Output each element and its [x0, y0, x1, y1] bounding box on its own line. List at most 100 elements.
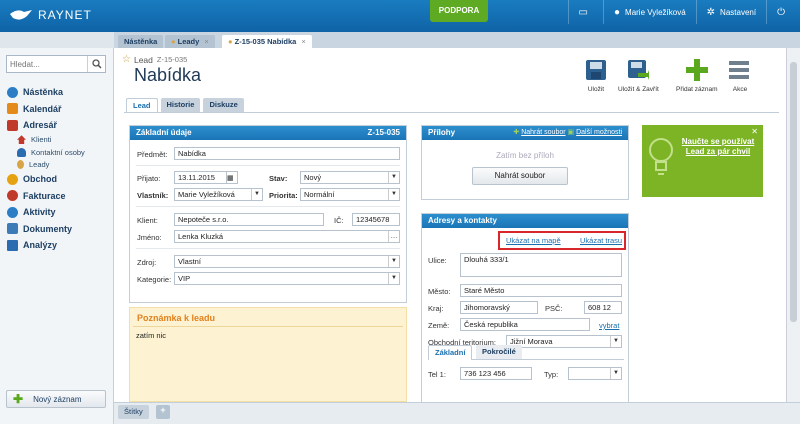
panel-title: Adresy a kontakty	[428, 216, 497, 225]
zip-input[interactable]: 608 12	[584, 301, 622, 314]
nav-sub-leady[interactable]: Leady	[7, 159, 111, 172]
upload-file-button[interactable]: Nahrát soubor	[472, 167, 568, 185]
nav-label: Fakturace	[23, 190, 66, 201]
plus-icon: +	[160, 405, 166, 415]
star-icon[interactable]: ☆	[122, 54, 131, 65]
calendar-icon	[7, 103, 18, 115]
egg-icon: ●	[228, 37, 233, 46]
nav-item-aktivity[interactable]: Aktivity	[7, 204, 111, 221]
basic-info-panel: Základní údaje Z-15-035 Předmět: Nabídka …	[129, 125, 407, 303]
source-label: Zdroj:	[137, 258, 157, 267]
show-route-link[interactable]: Ukázat trasu	[580, 236, 622, 245]
close-icon[interactable]: ×	[301, 37, 305, 46]
messages-button[interactable]: ▭	[567, 0, 603, 24]
nav-item-nastenka[interactable]: Nástěnka	[7, 84, 111, 101]
nav-item-obchod[interactable]: Obchod	[7, 171, 111, 188]
calendar-picker-button[interactable]: ▦	[226, 171, 238, 184]
status-select[interactable]: Nový ▼	[300, 171, 400, 184]
nav-sub-klienti[interactable]: Klienti	[7, 134, 111, 147]
scrollbar-thumb[interactable]	[790, 62, 797, 322]
nav-label: Leady	[29, 160, 50, 170]
more-icon[interactable]: …	[388, 231, 399, 242]
save-close-button[interactable]: Uložit & Zavřít	[618, 58, 659, 93]
phone-type-select[interactable]: ▼	[568, 367, 622, 380]
city-label: Město:	[428, 287, 451, 296]
chevron-down-icon: ▼	[610, 368, 621, 379]
owner-label: Vlastník:	[137, 191, 169, 200]
user-menu[interactable]: ● Marie Vyležíková	[602, 0, 696, 24]
plus-icon: ✚	[13, 392, 24, 406]
choose-country-link[interactable]: vybrat	[599, 321, 619, 330]
note-title: Poznámka k leadu	[133, 308, 403, 327]
nav-sub-kontaktni-osoby[interactable]: Kontaktní osoby	[7, 146, 111, 159]
chart-icon	[7, 239, 18, 251]
ico-input[interactable]: 12345678	[352, 213, 400, 226]
owner-value: Marie Vyležíková	[178, 190, 235, 199]
tab-divider	[124, 112, 779, 113]
add-record-button[interactable]: Přidat záznam	[676, 58, 718, 93]
divider	[136, 165, 400, 166]
received-value: 13.11.2015	[178, 173, 215, 182]
search-button[interactable]	[87, 56, 105, 72]
upload-link[interactable]: Nahrát soubor	[521, 129, 565, 136]
settings-button[interactable]: ✲ Nastavení	[695, 0, 766, 24]
nav-item-dokumenty[interactable]: Dokumenty	[7, 221, 111, 238]
tags-button[interactable]: Štítky	[118, 405, 149, 419]
window-tab-lead-detail[interactable]: ● Z-15-035 Nabídka ×	[222, 35, 312, 48]
chevron-down-icon: ▼	[251, 189, 262, 200]
source-select[interactable]: Vlastní ▼	[174, 255, 400, 268]
nav-item-kalendar[interactable]: Kalendář	[7, 101, 111, 118]
promo-link[interactable]: Naučte se používat Lead za pár chvil	[676, 137, 760, 157]
divider	[136, 206, 400, 207]
address-panel: Adresy a kontakty Ukázat na mapě Ukázat …	[421, 213, 629, 402]
window-tab-nastenka[interactable]: Nástěnka	[118, 35, 164, 48]
territory-select[interactable]: Jižní Morava ▼	[506, 335, 622, 348]
category-select[interactable]: VIP ▼	[174, 272, 400, 285]
city-input[interactable]: Staré Město	[460, 284, 622, 297]
name-input[interactable]: Lenka Kluzká…	[174, 230, 400, 243]
panel-code: Z-15-035	[367, 128, 400, 137]
support-button[interactable]: PODPORA	[430, 0, 488, 22]
nav-label: Kalendář	[23, 103, 62, 114]
lead-note[interactable]: Poznámka k leadu zatím nic	[129, 307, 407, 402]
tel-input[interactable]: 736 123 456	[460, 367, 532, 380]
received-date-input[interactable]: 13.11.2015	[174, 171, 234, 184]
nav-item-adresar[interactable]: Adresář	[7, 117, 111, 134]
add-tag-button[interactable]: +	[156, 405, 170, 419]
tab-zakladni[interactable]: Základní	[428, 345, 473, 360]
tab-lead[interactable]: Lead	[126, 98, 158, 112]
more-options-link[interactable]: Další možnosti	[576, 129, 622, 136]
nav-item-fakturace[interactable]: Fakturace	[7, 188, 111, 205]
divider	[136, 248, 400, 249]
egg-icon	[17, 160, 24, 170]
actions-button[interactable]: Akce	[728, 58, 752, 93]
owner-select[interactable]: Marie Vyležíková ▼	[174, 188, 263, 201]
region-input[interactable]: Jihomoravský	[460, 301, 538, 314]
search-input[interactable]	[7, 56, 87, 72]
nav-item-analyzy[interactable]: Analýzy	[7, 237, 111, 254]
subject-input[interactable]: Nabídka	[174, 147, 400, 160]
raynet-logo[interactable]: RAYNET	[10, 8, 92, 22]
tab-pokrocile[interactable]: Pokročilé	[476, 345, 522, 359]
country-input[interactable]: Česká republika	[460, 318, 590, 331]
tab-label: Leady	[177, 37, 200, 46]
window-tab-leady[interactable]: ● Leady ×	[165, 35, 215, 48]
tab-historie[interactable]: Historie	[160, 98, 201, 112]
vertical-scrollbar[interactable]	[786, 48, 800, 402]
map-links-highlight: Ukázat na mapě Ukázat trasu	[498, 231, 626, 250]
close-icon[interactable]: ✕	[751, 127, 758, 136]
toolbar-label: Uložit	[587, 86, 605, 93]
status-value: Nový	[304, 173, 322, 182]
zip-label: PSČ:	[545, 304, 563, 313]
logout-button[interactable]: ⏻	[766, 0, 800, 24]
client-input[interactable]: Nepoteče s.r.o.	[174, 213, 324, 226]
priority-select[interactable]: Normální ▼	[300, 188, 400, 201]
new-record-button[interactable]: ✚ Nový záznam	[6, 390, 106, 408]
tab-diskuze[interactable]: Diskuze	[203, 98, 244, 112]
street-input[interactable]: Dlouhá 333/1	[460, 253, 622, 277]
save-button[interactable]: Uložit	[584, 58, 608, 93]
show-map-link[interactable]: Ukázat na mapě	[506, 236, 561, 245]
close-icon[interactable]: ×	[204, 37, 208, 46]
type-label: Typ:	[544, 370, 559, 379]
new-record-label: Nový záznam	[33, 394, 82, 404]
